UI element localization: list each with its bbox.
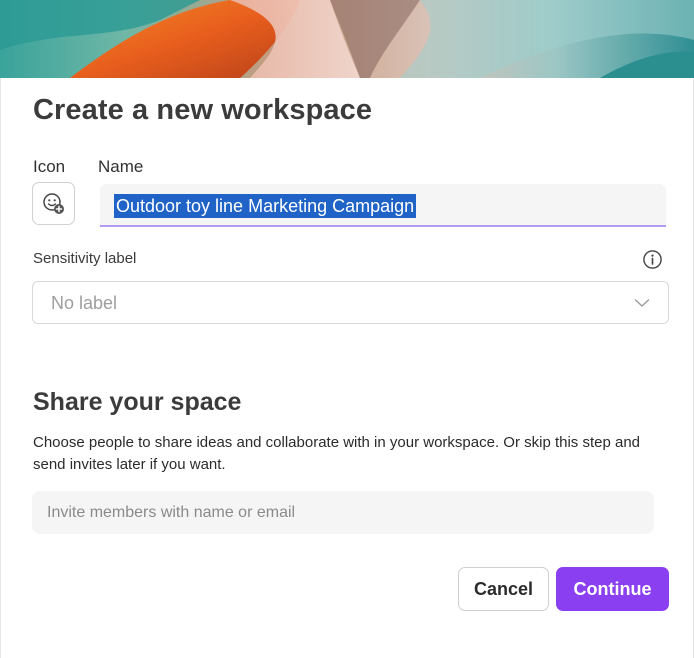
share-section-heading: Share your space: [33, 388, 242, 416]
emoji-add-icon: [42, 192, 64, 214]
cancel-button[interactable]: Cancel: [458, 567, 549, 611]
share-section-description: Choose people to share ideas and collabo…: [33, 434, 641, 473]
sensitivity-label-heading: Sensitivity label: [33, 250, 137, 267]
workspace-icon-picker-button[interactable]: [32, 182, 75, 225]
icon-label: Icon: [33, 157, 66, 176]
continue-button[interactable]: Continue: [556, 567, 669, 611]
sensitivity-label-dropdown[interactable]: No label: [32, 281, 669, 324]
dialog-title: Create a new workspace: [33, 94, 373, 126]
chevron-down-icon: [634, 299, 650, 307]
workspace-name-input[interactable]: Outdoor toy line Marketing Campaign: [100, 184, 666, 227]
header-banner-image: [0, 0, 694, 78]
workspace-name-value: Outdoor toy line Marketing Campaign: [114, 194, 417, 218]
info-icon[interactable]: [642, 249, 663, 270]
name-label: Name: [98, 157, 144, 176]
invite-members-input[interactable]: [32, 491, 654, 534]
sensitivity-selected-value: No label: [51, 293, 118, 313]
